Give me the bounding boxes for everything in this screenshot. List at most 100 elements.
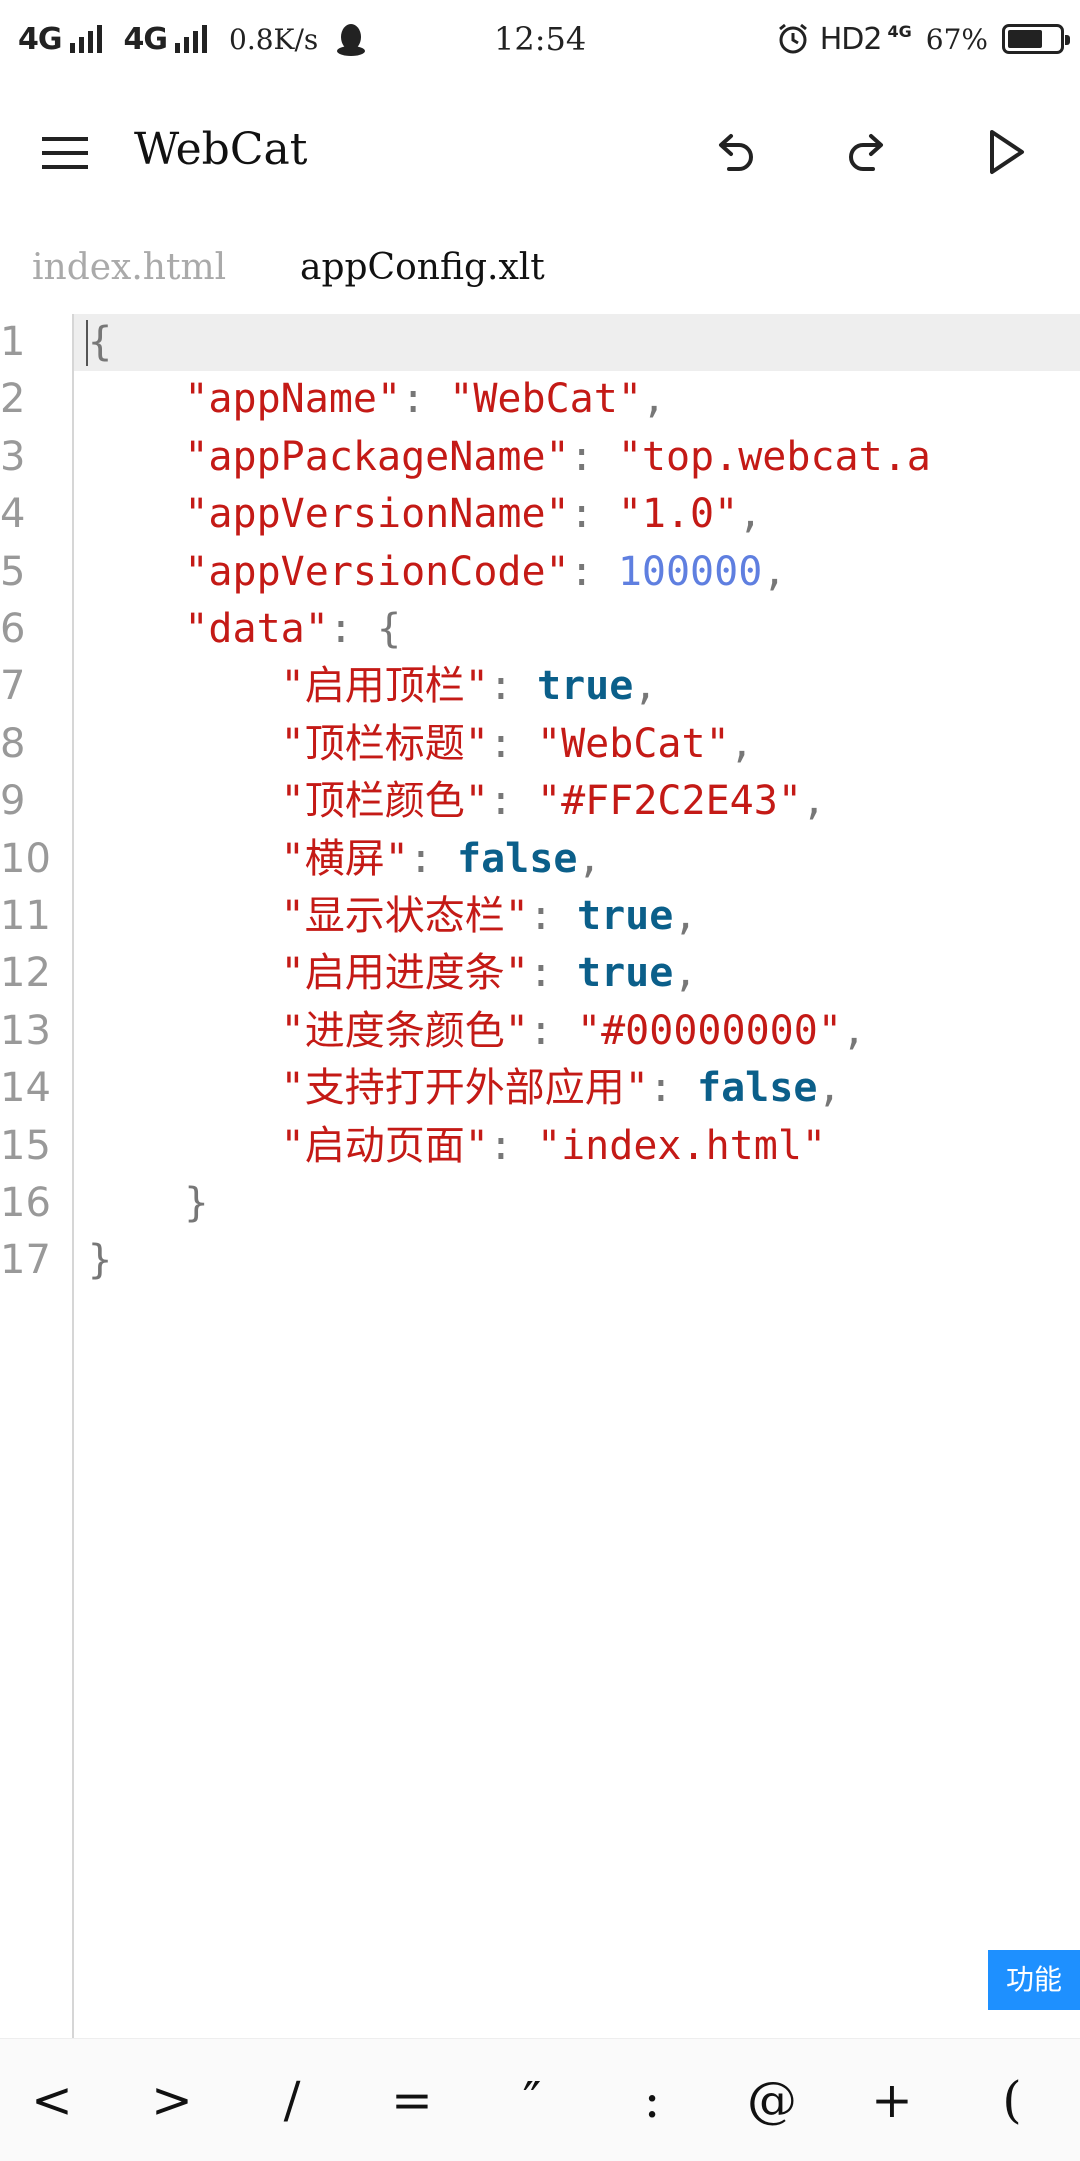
code-token: "appName" [184, 376, 402, 423]
signal-icon-1 [69, 25, 102, 53]
code-line[interactable]: 16 } [0, 1175, 1080, 1232]
signal-icon-2 [175, 25, 207, 53]
code-line[interactable]: 14 "支持打开外部应用": false, [0, 1060, 1080, 1117]
line-number: 11 [0, 893, 51, 939]
symbol-bar: < > / = ″: @ +( [0, 2038, 1080, 2161]
status-left: 4G 4G 0.8K/s [18, 16, 366, 62]
code-line[interactable]: 7 "启用顶栏": true, [0, 658, 1080, 715]
code-text: "data": { [88, 601, 401, 658]
undo-button[interactable] [694, 112, 774, 192]
status-right: HD2 4G 67% [776, 16, 1070, 62]
code-text: "appVersionCode": 100000, [88, 544, 786, 601]
code-token: : [528, 950, 577, 997]
app-title: WebCat [134, 124, 308, 175]
code-line[interactable]: 8 "顶栏标题": "WebCat", [0, 716, 1080, 773]
code-line[interactable]: 9 "顶栏颜色": "#FF2C2E43", [0, 773, 1080, 830]
code-token: "显示状态栏" [280, 893, 529, 939]
symbol-key[interactable]: / [242, 2039, 342, 2161]
code-line[interactable]: 6 "data": { [0, 601, 1080, 658]
function-button[interactable]: 功能 [988, 1950, 1080, 2010]
line-number: 1 [0, 319, 26, 365]
code-token: "进度条颜色" [280, 1007, 529, 1054]
code-line[interactable]: 13 "进度条颜色": "#00000000", [0, 1003, 1080, 1060]
code-token: "支持打开外部应用" [280, 1065, 649, 1112]
code-token: , [633, 663, 658, 710]
line-number: 17 [0, 1237, 51, 1284]
code-editor[interactable]: 1{2 "appName": "WebCat", 3 "appPackageNam… [0, 314, 1080, 2038]
code-token: : { [328, 606, 402, 652]
line-number: 10 [0, 835, 51, 882]
code-line[interactable]: 4 "appVersionName": "1.0", [0, 486, 1080, 543]
code-token: 100000 [617, 548, 763, 595]
code-token: "top.webcat.a [617, 433, 931, 480]
menu-button[interactable] [30, 118, 100, 188]
code-token: "启用进度条" [280, 950, 529, 997]
symbol-key[interactable]: < [2, 2039, 102, 2161]
code-token: : [569, 491, 618, 538]
code-text: "顶栏标题": "WebCat", [88, 716, 754, 773]
code-line[interactable]: 1{ [0, 314, 1080, 371]
code-text: "进度条颜色": "#00000000", [88, 1003, 866, 1060]
line-number: 15 [0, 1122, 51, 1169]
line-number: 2 [0, 376, 26, 423]
code-text: { [88, 314, 112, 371]
run-button[interactable] [966, 112, 1046, 192]
code-token: , [841, 1007, 866, 1054]
code-text: "appVersionName": "1.0", [88, 486, 762, 543]
line-number: 14 [0, 1065, 51, 1112]
code-text: "横屏": false, [88, 831, 602, 888]
network-type-small: 4G [887, 22, 912, 41]
battery-percent: 67% [925, 22, 988, 56]
code-text: "appName": "WebCat", [88, 371, 666, 428]
code-line[interactable]: 3 "appPackageName": "top.webcat.a [0, 429, 1080, 486]
code-token: "#FF2C2E43" [537, 778, 802, 825]
clock: 12:54 [494, 20, 587, 58]
tab-index-html[interactable]: index.html [32, 240, 226, 296]
redo-button[interactable] [828, 112, 908, 192]
code-text: "启用进度条": true, [88, 945, 698, 1002]
code-token: , [673, 893, 698, 939]
code-line[interactable]: 2 "appName": "WebCat", [0, 371, 1080, 428]
code-line[interactable]: 17} [0, 1232, 1080, 1289]
undo-icon [719, 134, 753, 171]
symbol-key[interactable]: ( [962, 2039, 1062, 2161]
code-token: , [762, 548, 787, 595]
code-line[interactable]: 10 "横屏": false, [0, 831, 1080, 888]
code-token: true [537, 663, 634, 710]
symbol-key[interactable]: : [602, 2039, 702, 2161]
code-token: , [641, 376, 666, 423]
code-token: : [488, 1122, 537, 1169]
code-line[interactable]: 15 "启动页面": "index.html" [0, 1118, 1080, 1175]
code-line[interactable]: 12 "启用进度条": true, [0, 945, 1080, 1002]
code-token: : [488, 778, 537, 825]
symbol-key[interactable]: = [362, 2039, 462, 2161]
line-number: 7 [0, 663, 26, 710]
code-text: "appPackageName": "top.webcat.a [88, 429, 931, 486]
code-token: "index.html" [537, 1122, 826, 1169]
code-token: "appVersionCode" [184, 548, 570, 595]
code-token: } [88, 1180, 209, 1226]
symbol-key[interactable]: ″ [482, 2039, 582, 2161]
code-text: "启用顶栏": true, [88, 658, 658, 715]
symbol-key[interactable]: @ [722, 2039, 822, 2161]
code-line[interactable]: 5 "appVersionCode": 100000, [0, 544, 1080, 601]
code-token: , [817, 1065, 842, 1112]
symbol-key[interactable]: > [122, 2039, 222, 2161]
code-text: "支持打开外部应用": false, [88, 1060, 842, 1117]
symbol-key[interactable]: + [842, 2039, 942, 2161]
code-text: "启动页面": "index.html" [88, 1118, 826, 1175]
status-bar: 4G 4G 0.8K/s 12:54 HD2 4G 67% [0, 0, 1080, 78]
line-number: 8 [0, 720, 26, 767]
network-type-2: 4G [123, 21, 168, 57]
code-text: } [88, 1232, 112, 1289]
code-token: "appPackageName" [184, 433, 570, 480]
code-line[interactable]: 11 "显示状态栏": true, [0, 888, 1080, 945]
tab-appconfig-xlt[interactable]: appConfig.xlt [300, 240, 545, 296]
